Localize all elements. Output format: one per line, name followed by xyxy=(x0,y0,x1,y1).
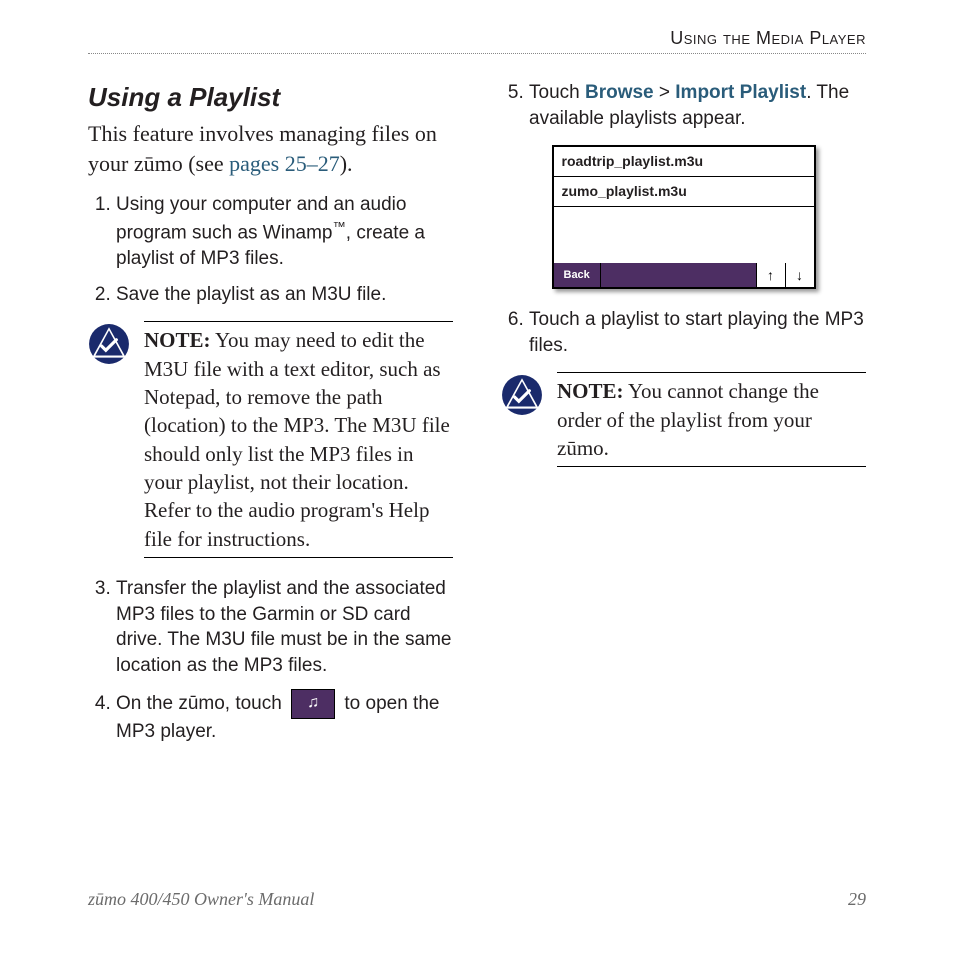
import-playlist-link[interactable]: Import Playlist xyxy=(675,82,806,103)
note-text-right: NOTE: You cannot change the order of the… xyxy=(557,372,866,467)
up-arrow-button[interactable]: ↑ xyxy=(756,263,785,287)
back-button[interactable]: Back xyxy=(554,263,601,287)
check-triangle-icon xyxy=(501,374,543,424)
step-2: Save the playlist as an M3U file. xyxy=(116,282,453,308)
page-footer: zūmo 400/450 Owner's Manual 29 xyxy=(88,889,866,910)
device-screenshot: roadtrip_playlist.m3u zumo_playlist.m3u … xyxy=(552,145,816,289)
playlist-row-2[interactable]: zumo_playlist.m3u xyxy=(554,177,814,207)
steps-list-right: Touch Browse > Import Playlist. The avai… xyxy=(501,80,866,131)
steps-list-right-2: Touch a playlist to start playing the MP… xyxy=(501,307,866,358)
check-triangle-icon xyxy=(88,323,130,373)
right-column: Touch Browse > Import Playlist. The avai… xyxy=(501,80,866,864)
trademark-symbol: ™ xyxy=(332,219,345,234)
left-column: Using a Playlist This feature involves m… xyxy=(88,80,453,864)
browse-link[interactable]: Browse xyxy=(585,82,654,103)
footer-manual-title: zūmo 400/450 Owner's Manual xyxy=(88,889,314,910)
note-text-left: NOTE: You may need to edit the M3U file … xyxy=(144,321,453,558)
columns: Using a Playlist This feature involves m… xyxy=(88,80,866,864)
page-number: 29 xyxy=(848,889,866,910)
step-3: Transfer the playlist and the associated… xyxy=(116,576,453,679)
playlist-row-1[interactable]: roadtrip_playlist.m3u xyxy=(554,147,814,177)
note-body: You may need to edit the M3U file with a… xyxy=(144,328,450,550)
step-5-sep: > xyxy=(654,82,676,103)
note-block-left: NOTE: You may need to edit the M3U file … xyxy=(88,321,453,558)
screenshot-footer: Back ↑ ↓ xyxy=(554,263,814,287)
down-arrow-button[interactable]: ↓ xyxy=(785,263,814,287)
step-6: Touch a playlist to start playing the MP… xyxy=(529,307,866,358)
step-4a: On the zūmo, touch xyxy=(116,693,287,714)
step-4: On the zūmo, touch to open the MP3 playe… xyxy=(116,689,453,745)
step-5: Touch Browse > Import Playlist. The avai… xyxy=(529,80,866,131)
steps-list-left-cont: Transfer the playlist and the associated… xyxy=(88,576,453,744)
page-ref-link[interactable]: pages 25–27 xyxy=(229,151,340,176)
step-1: Using your computer and an audio program… xyxy=(116,192,453,271)
playlist-blank-area xyxy=(554,207,814,263)
steps-list-left: Using your computer and an audio program… xyxy=(88,192,453,307)
intro-b: ). xyxy=(340,151,353,176)
music-player-icon xyxy=(291,689,335,719)
step-5a: Touch xyxy=(529,82,585,103)
running-header: Using the Media Player xyxy=(88,28,866,54)
note-label: NOTE: xyxy=(144,328,211,352)
note-label-right: NOTE: xyxy=(557,379,624,403)
header-section: Using the Media Player xyxy=(670,28,866,48)
note-block-right: NOTE: You cannot change the order of the… xyxy=(501,372,866,467)
section-heading: Using a Playlist xyxy=(88,80,453,115)
intro-text: This feature involves managing files on … xyxy=(88,119,453,178)
page: Using the Media Player Using a Playlist … xyxy=(0,0,954,954)
